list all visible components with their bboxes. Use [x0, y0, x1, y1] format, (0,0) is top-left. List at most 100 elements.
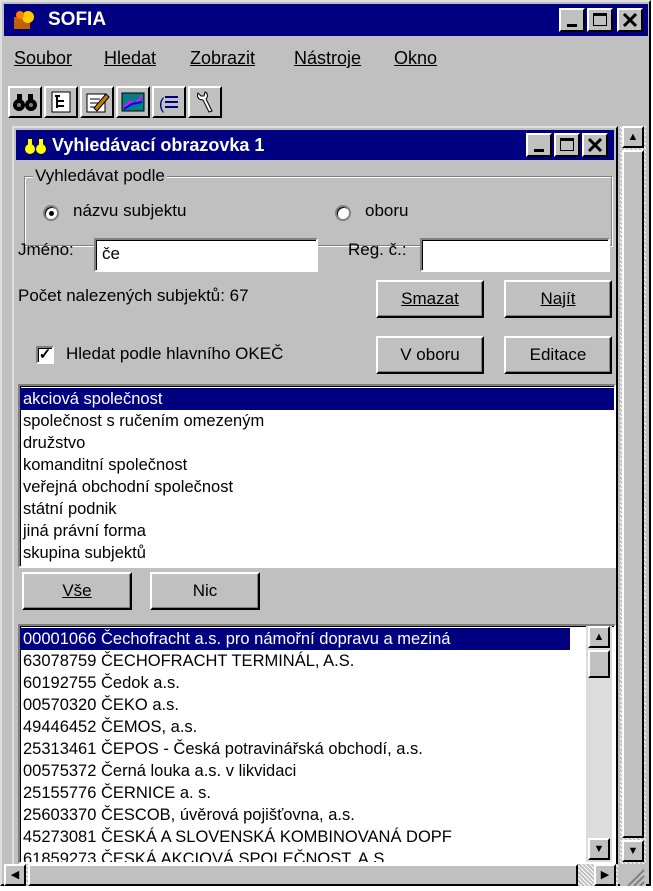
table-row[interactable]: 00575372 Černá louka a.s. v likvidaci: [20, 760, 614, 782]
menu-okno[interactable]: Okno: [394, 48, 437, 69]
okec-label[interactable]: Hledat podle hlavního OKEČ: [66, 344, 283, 364]
reg-label: Reg. č.:: [348, 240, 407, 259]
edit-button[interactable]: Editace: [504, 336, 612, 374]
reg-input[interactable]: [420, 238, 610, 272]
radio-field[interactable]: [335, 205, 351, 221]
tree-tool-button[interactable]: [44, 86, 78, 118]
table-row[interactable]: 63078759 ČECHOFRACHT TERMINÁL, A.S.: [20, 650, 614, 672]
size-grip[interactable]: [620, 864, 646, 887]
list-icon: (: [159, 96, 178, 113]
table-row[interactable]: 25155776 ČERNICE a. s.: [20, 782, 614, 804]
app-logo-icon: [14, 11, 34, 29]
maximize-icon: [593, 13, 607, 26]
select-all-button[interactable]: Vše: [22, 572, 132, 610]
in-field-button[interactable]: V oboru: [376, 336, 484, 374]
arrow-up-icon: ▲: [593, 631, 605, 643]
close-icon: [587, 137, 603, 153]
radio-field-label[interactable]: oboru: [365, 201, 408, 221]
menu-hledat-label: Hledat: [104, 48, 157, 68]
search-tool-button[interactable]: [8, 86, 42, 118]
list-item[interactable]: státní podnik: [20, 498, 614, 520]
clear-button-label: Smazat: [401, 289, 459, 308]
app-title-bar[interactable]: SOFIA: [4, 4, 648, 36]
list-item[interactable]: jiná právní forma: [20, 520, 614, 542]
chart-icon: [121, 92, 145, 112]
legal-form-list[interactable]: akciová společnost společnost s ručením …: [18, 384, 616, 568]
main-window: SOFIA Soubor Hledat Zobrazit Nástroje Ok…: [0, 0, 651, 887]
main-scroll-thumb[interactable]: [622, 150, 644, 838]
main-hscroll-thumb[interactable]: [28, 864, 578, 886]
select-none-label: Nic: [192, 581, 218, 600]
tools-icon: [197, 91, 213, 113]
clear-button[interactable]: Smazat: [376, 280, 484, 318]
table-row[interactable]: 00001066 Čechofracht a.s. pro námořní do…: [20, 628, 570, 650]
close-button[interactable]: [617, 8, 643, 32]
maximize-button[interactable]: [587, 8, 613, 32]
search-window-title: Vyhledávací obrazovka 1: [52, 135, 265, 155]
maximize-icon: [560, 138, 574, 151]
list-item[interactable]: družstvo: [20, 432, 614, 454]
table-row[interactable]: 61859273 ČESKÁ AKCIOVÁ SPOLEČNOST, A.S.: [20, 848, 586, 862]
arrow-up-icon: ▲: [627, 131, 639, 143]
table-row[interactable]: 25603370 ČESCOB, úvěrová pojišťovna, a.s…: [20, 804, 614, 826]
search-by-label: Vyhledávat podle: [33, 166, 167, 186]
scroll-thumb[interactable]: [588, 650, 610, 678]
menu-soubor[interactable]: Soubor: [14, 48, 72, 69]
tools-tool-button[interactable]: [188, 86, 222, 118]
list-tool-button[interactable]: (: [152, 86, 186, 118]
main-vertical-scrollbar[interactable]: ▲ ▼: [620, 126, 646, 866]
scroll-down-button[interactable]: ▼: [588, 838, 610, 860]
scroll-up-button[interactable]: ▲: [588, 626, 610, 648]
select-none-button[interactable]: Nic: [150, 572, 260, 610]
arrow-right-icon: ▶: [600, 869, 610, 881]
chart-tool-button[interactable]: [116, 86, 150, 118]
menu-hledat[interactable]: Hledat: [104, 48, 156, 69]
main-scroll-up-button[interactable]: ▲: [622, 126, 644, 148]
search-window: Vyhledávací obrazovka 1 Vyhledávat podle…: [12, 126, 618, 866]
tree-icon: [51, 91, 71, 113]
menu-nastroje-label: Nástroje: [294, 48, 362, 68]
list-item[interactable]: akciová společnost: [20, 388, 614, 410]
table-row[interactable]: 60192755 Čedok a.s.: [20, 672, 614, 694]
arrow-down-icon: ▼: [593, 843, 605, 855]
menu-soubor-label: Soubor: [14, 48, 73, 68]
name-label: Jméno:: [18, 240, 74, 259]
table-row[interactable]: 49446452 ČEMOS, a.s.: [20, 716, 614, 738]
select-all-label: Vše: [62, 581, 92, 600]
radio-name-label[interactable]: názvu subjektu: [73, 201, 186, 221]
arrow-left-icon: ◀: [10, 869, 20, 881]
svg-text:(: (: [159, 96, 165, 113]
check-icon: ✓: [38, 346, 52, 363]
list-item[interactable]: komanditní společnost: [20, 454, 614, 476]
table-row[interactable]: 25313461 ČEPOS - Česká potravinářská obc…: [20, 738, 614, 760]
scroll-right-button[interactable]: ▶: [594, 864, 616, 886]
binoculars-icon: [13, 94, 37, 111]
minimize-icon: [534, 149, 544, 152]
scroll-left-button[interactable]: ◀: [4, 864, 26, 886]
menu-nastroje[interactable]: Nástroje: [294, 48, 361, 69]
table-row[interactable]: 45273081 ČESKÁ A SLOVENSKÁ KOMBINOVANÁ D…: [20, 826, 586, 848]
radio-name[interactable]: [43, 205, 59, 221]
menu-bar: Soubor Hledat Zobrazit Nástroje Okno: [4, 42, 648, 72]
menu-okno-label: Okno: [394, 48, 438, 68]
table-row[interactable]: 00570320 ČEKO a.s.: [20, 694, 614, 716]
child-maximize-button[interactable]: [554, 133, 580, 157]
list-item[interactable]: skupina subjektů: [20, 542, 614, 564]
list-item[interactable]: společnost s ručením omezeným: [20, 410, 614, 432]
edit-tool-button[interactable]: [80, 86, 114, 118]
results-list[interactable]: 00001066 Čechofracht a.s. pro námořní do…: [18, 624, 616, 864]
find-button[interactable]: Najít: [504, 280, 612, 318]
menu-zobrazit-label: Zobrazit: [190, 48, 256, 68]
main-scroll-down-button[interactable]: ▼: [622, 840, 644, 862]
name-input[interactable]: če: [94, 238, 318, 272]
child-minimize-button[interactable]: [526, 133, 552, 157]
okec-checkbox[interactable]: ✓: [36, 346, 54, 364]
minimize-button[interactable]: [559, 8, 585, 32]
main-horizontal-scrollbar[interactable]: ◀ ▶: [4, 864, 618, 886]
child-close-button[interactable]: [582, 133, 608, 157]
search-window-title-bar[interactable]: Vyhledávací obrazovka 1: [16, 130, 614, 160]
results-scrollbar[interactable]: ▲ ▼: [586, 626, 612, 862]
list-item[interactable]: veřejná obchodní společnost: [20, 476, 614, 498]
minimize-icon: [567, 24, 577, 27]
menu-zobrazit[interactable]: Zobrazit: [190, 48, 255, 69]
